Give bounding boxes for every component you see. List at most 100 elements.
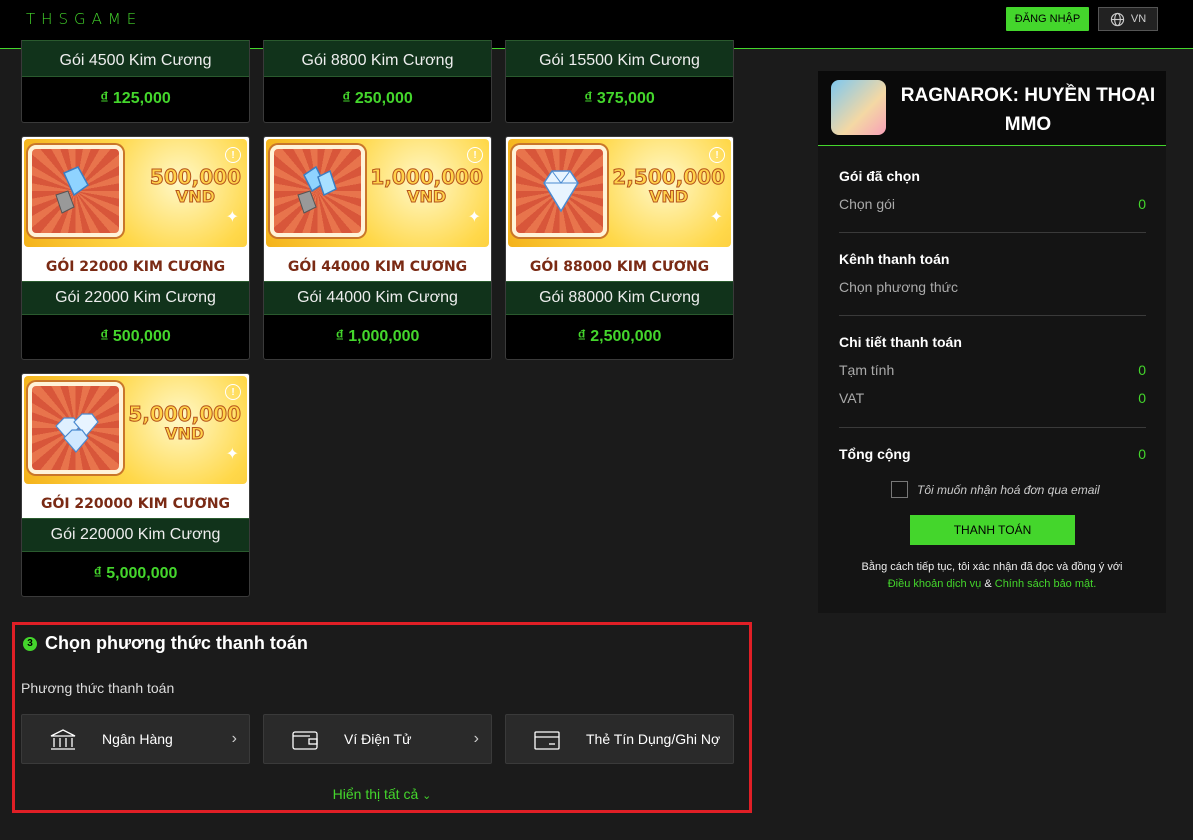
- vat-value: 0: [1138, 390, 1146, 406]
- package-price: ₫ 250,000: [342, 89, 413, 107]
- info-icon[interactable]: !: [467, 147, 483, 163]
- banner-currency: VND: [649, 187, 689, 206]
- payment-methods-label: Phương thức thanh toán: [21, 680, 175, 696]
- banner-title: GÓI 22000 KIM CƯƠNG: [45, 259, 226, 275]
- package-name: Gói 8800 Kim Cương: [264, 40, 491, 77]
- email-invoice-label: Tôi muốn nhận hoá đơn qua email: [917, 482, 1100, 497]
- game-header: RAGNAROK: HUYỀN THOẠI MMO: [818, 71, 1166, 146]
- diamond-crystal-icon: [55, 166, 89, 214]
- payment-channel-label: Chọn phương thức: [839, 279, 958, 295]
- email-invoice-checkbox[interactable]: [891, 481, 908, 498]
- package-banner: 500,000 VND ! ✦ GÓI 22000 KIM CƯƠNG: [22, 137, 249, 281]
- total-section: Tổng cộng 0: [839, 446, 1146, 462]
- banner-currency: VND: [407, 187, 447, 206]
- banner-title: GÓI 44000 KIM CƯƠNG: [287, 259, 468, 275]
- step-title: Chọn phương thức thanh toán: [45, 633, 308, 653]
- banner-amount: 2,500,000: [612, 165, 726, 189]
- globe-icon: [1110, 12, 1125, 26]
- payment-method-ewallet[interactable]: Ví Điện Tử ›: [263, 714, 492, 764]
- divider: [839, 232, 1146, 233]
- banner-title: GÓI 220000 KIM CƯƠNG: [40, 496, 231, 512]
- payment-channel-heading: Kênh thanh toán: [839, 251, 950, 267]
- show-all-label: Hiển thị tất cả: [332, 786, 419, 802]
- banner-amount: 5,000,000: [128, 402, 242, 426]
- site-logo[interactable]: THSGAME: [26, 10, 142, 28]
- package-card[interactable]: Gói 4500 Kim Cương ₫ 125,000: [21, 40, 250, 123]
- chevron-down-icon: ⌄: [422, 790, 432, 802]
- payment-method-card[interactable]: Thẻ Tín Dụng/Ghi Nợ: [505, 714, 734, 764]
- login-button[interactable]: ĐĂNG NHẬP: [1006, 7, 1089, 31]
- banner-amount: 500,000: [149, 165, 241, 189]
- package-name: Gói 220000 Kim Cương: [22, 518, 249, 552]
- package-name: Gói 15500 Kim Cương: [506, 40, 733, 77]
- payment-method-label: Ví Điện Tử: [344, 731, 412, 747]
- package-card[interactable]: Gói 15500 Kim Cương ₫ 375,000: [505, 40, 734, 123]
- package-banner: 1,000,000 VND ! ✦ GÓI 44000 KIM CƯƠNG: [264, 137, 491, 281]
- package-name: Gói 44000 Kim Cương: [264, 281, 491, 315]
- banner-currency: VND: [175, 187, 215, 206]
- sparkle-icon: ✦: [225, 209, 239, 226]
- package-price: ₫ 5,000,000: [93, 564, 178, 582]
- selected-package-section: Gói đã chọn Chọn gói 0: [839, 168, 1146, 212]
- chevron-right-icon: ›: [473, 730, 479, 747]
- diamond-crystal-icon: [297, 165, 337, 214]
- package-price: ₫ 375,000: [584, 89, 655, 107]
- pay-button[interactable]: THANH TOÁN: [910, 515, 1075, 545]
- info-icon[interactable]: !: [709, 147, 725, 163]
- package-price: ₫ 1,000,000: [335, 327, 420, 345]
- step-heading: 3 Chọn phương thức thanh toán: [23, 633, 308, 654]
- package-name: Gói 88000 Kim Cương: [506, 281, 733, 315]
- payment-details-section: Chi tiết thanh toán Tạm tính 0 VAT 0: [839, 334, 1146, 406]
- sparkle-icon: ✦: [467, 209, 481, 226]
- package-card[interactable]: 5,000,000 VND ! ✦ GÓI 220000 KIM CƯƠNG Gó…: [21, 373, 250, 597]
- subtotal-label: Tạm tính: [839, 362, 895, 378]
- package-card[interactable]: Gói 8800 Kim Cương ₫ 250,000: [263, 40, 492, 123]
- package-banner: 5,000,000 VND ! ✦ GÓI 220000 KIM CƯƠNG: [22, 374, 249, 518]
- banner-amount: 1,000,000: [370, 165, 484, 189]
- sparkle-icon: ✦: [709, 209, 723, 226]
- wallet-icon: [292, 731, 318, 750]
- order-summary-panel: RAGNAROK: HUYỀN THOẠI MMO Gói đã chọn Ch…: [818, 71, 1166, 613]
- language-label: VN: [1130, 13, 1147, 25]
- game-title: RAGNAROK: HUYỀN THOẠI MMO: [900, 85, 1156, 135]
- payment-details-heading: Chi tiết thanh toán: [839, 334, 962, 350]
- selected-package-label: Chọn gói: [839, 196, 896, 212]
- payment-channel-section: Kênh thanh toán Chọn phương thức: [839, 251, 1146, 295]
- package-card[interactable]: 1,000,000 VND ! ✦ GÓI 44000 KIM CƯƠNG Gói…: [263, 136, 492, 360]
- package-price: ₫ 125,000: [100, 89, 171, 107]
- diamond-pile-icon: [55, 413, 99, 453]
- selected-package-value: 0: [1138, 196, 1146, 212]
- payment-method-label: Thẻ Tín Dụng/Ghi Nợ: [586, 731, 721, 747]
- selected-package-heading: Gói đã chọn: [839, 168, 920, 184]
- divider: [839, 427, 1146, 428]
- package-name: Gói 4500 Kim Cương: [22, 40, 249, 77]
- terms-links: Điều khoản dịch vụ & Chính sách bảo mật.: [818, 576, 1166, 593]
- banner-currency: VND: [165, 424, 205, 443]
- vat-label: VAT: [839, 390, 865, 406]
- language-button[interactable]: VN: [1098, 7, 1158, 31]
- package-card[interactable]: 2,500,000 VND ! ✦ GÓI 88000 KIM CƯƠNG Gói…: [505, 136, 734, 360]
- sparkle-icon: ✦: [225, 446, 239, 463]
- credit-card-icon: [534, 731, 560, 750]
- subtotal-value: 0: [1138, 362, 1146, 378]
- info-icon[interactable]: !: [225, 384, 241, 400]
- payment-method-label: Ngân Hàng: [102, 731, 173, 747]
- total-label: Tổng cộng: [839, 446, 911, 462]
- package-price: ₫ 500,000: [100, 327, 171, 345]
- terms-of-service-link[interactable]: Điều khoản dịch vụ: [888, 578, 982, 590]
- step-number: 3: [23, 636, 37, 651]
- package-banner: 2,500,000 VND ! ✦ GÓI 88000 KIM CƯƠNG: [506, 137, 733, 281]
- payment-method-bank[interactable]: Ngân Hàng ›: [21, 714, 250, 764]
- package-name: Gói 22000 Kim Cương: [22, 281, 249, 315]
- terms-and: &: [984, 578, 992, 590]
- bank-icon: [50, 729, 76, 750]
- divider: [839, 315, 1146, 316]
- info-icon[interactable]: !: [225, 147, 241, 163]
- total-value: 0: [1138, 446, 1146, 462]
- email-invoice-option: Tôi muốn nhận hoá đơn qua email: [891, 481, 1100, 498]
- package-card[interactable]: 500,000 VND ! ✦ GÓI 22000 KIM CƯƠNG Gói 2…: [21, 136, 250, 360]
- show-all-link[interactable]: Hiển thị tất cả ⌄: [15, 786, 749, 802]
- banner-title: GÓI 88000 KIM CƯƠNG: [529, 259, 710, 275]
- privacy-policy-link[interactable]: Chính sách bảo mật.: [995, 578, 1097, 590]
- package-price: ₫ 2,500,000: [577, 327, 662, 345]
